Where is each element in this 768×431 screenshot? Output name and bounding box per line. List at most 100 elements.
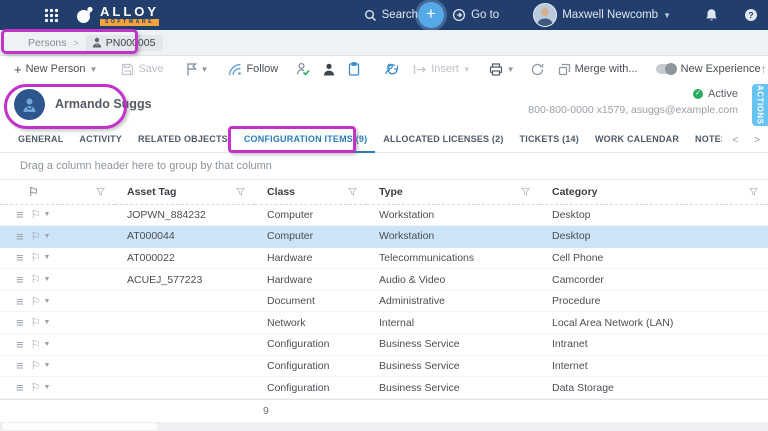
row-menu-icon[interactable]: ≡	[16, 358, 24, 373]
alloy-logo[interactable]: ALLOY SOFTWARE	[75, 5, 160, 26]
save-button[interactable]: Save	[121, 63, 164, 76]
breadcrumb-root-link[interactable]: Persons	[28, 37, 67, 49]
chevron-down-icon[interactable]: ▼	[43, 341, 50, 348]
table-row[interactable]: ≡ ⚐ ▼ Network Internal Local Area Network (L…	[0, 311, 768, 335]
table-row[interactable]: ≡ ⚐ ▼ Configuration Business Service Interne…	[0, 355, 768, 378]
row-menu-icon[interactable]: ≡	[16, 315, 24, 330]
insert-button[interactable]: Insert ▼	[413, 63, 471, 75]
row-flag-icon[interactable]: ⚐	[31, 230, 41, 243]
chevron-down-icon: ▼	[200, 64, 209, 74]
app-grid-icon[interactable]	[44, 8, 59, 23]
row-flag-icon[interactable]: ⚐	[31, 251, 41, 264]
tab-related-objects[interactable]: RELATED OBJECTS	[130, 127, 236, 153]
row-flag-icon[interactable]: ⚐	[31, 359, 41, 372]
column-header-flag[interactable]: ⚐	[0, 180, 115, 205]
user-avatar	[533, 3, 558, 27]
chevron-down-icon[interactable]: ▼	[43, 211, 50, 218]
funnel-icon[interactable]	[749, 187, 758, 197]
tab-activity[interactable]: ACTIVITY	[71, 127, 130, 153]
table-row[interactable]: ≡ ⚐ ▼ Configuration Business Service Data St…	[0, 376, 768, 399]
print-button[interactable]: ▼	[489, 62, 515, 76]
user-caret-icon: ▼	[663, 10, 671, 20]
horizontal-scrollbar[interactable]	[0, 422, 768, 431]
printer-icon	[489, 62, 503, 76]
top-navbar: ALLOY SOFTWARE + Search Go to Maxwell Ne…	[0, 0, 768, 30]
person-record-button[interactable]	[323, 63, 335, 76]
table-row[interactable]: ≡ ⚐ ▼ AT000022 Hardware Telecommunications Ce…	[0, 247, 768, 270]
funnel-icon[interactable]	[348, 187, 357, 197]
chevron-down-icon[interactable]: ▼	[43, 362, 50, 369]
funnel-icon[interactable]	[236, 187, 245, 197]
chevron-down-icon[interactable]: ▼	[43, 298, 50, 305]
tab-general[interactable]: GENERAL	[10, 127, 71, 153]
tab-configuration-items[interactable]: CONFIGURATION ITEMS (9)	[235, 127, 376, 153]
column-header-type[interactable]: Type	[367, 180, 540, 205]
breadcrumb-person-icon	[92, 37, 102, 48]
chevron-down-icon[interactable]: ▼	[43, 233, 50, 240]
clipboard-icon	[348, 62, 360, 76]
record-toolbar: + New Person ▼ Save ▼ Follow Insert ▼ ▼ …	[0, 56, 768, 82]
flag-menu-button[interactable]: ▼	[186, 62, 209, 76]
reassign-button[interactable]	[384, 62, 399, 76]
refresh-button[interactable]	[531, 63, 544, 76]
tab-work-calendar[interactable]: WORK CALENDAR	[587, 127, 687, 153]
help-icon[interactable]: ?	[744, 8, 758, 22]
verify-person-button[interactable]	[296, 62, 310, 76]
table-row[interactable]: ≡ ⚐ ▼ JOPWN_884232 Computer Workstation Deskt…	[0, 204, 768, 227]
row-flag-icon[interactable]: ⚐	[31, 295, 41, 308]
chevron-down-icon[interactable]: ▼	[43, 319, 50, 326]
table-row[interactable]: ≡ ⚐ ▼ ACUEJ_577223 Hardware Audio & Video Cam…	[0, 268, 768, 291]
new-experience-toggle[interactable]: New Experience	[655, 63, 761, 75]
breadcrumb-current-chip[interactable]: PN000005	[85, 34, 164, 51]
svg-text:?: ?	[748, 10, 753, 20]
follow-button[interactable]: Follow	[228, 63, 278, 76]
funnel-icon[interactable]	[521, 187, 530, 197]
chevron-down-icon[interactable]: ▼	[43, 276, 50, 283]
row-menu-icon[interactable]: ≡	[16, 207, 24, 222]
scrollbar-thumb[interactable]	[2, 423, 157, 430]
person-header: Armando Suggs ✓ Active 800-800-0000 x157…	[0, 82, 768, 127]
tab-allocated-licenses[interactable]: ALLOCATED LICENSES (2)	[375, 127, 511, 153]
grid-header-row: ⚐ Asset Tag Class Type Category	[0, 180, 768, 205]
refresh-icon	[531, 63, 544, 76]
row-menu-icon[interactable]: ≡	[16, 250, 24, 265]
table-row[interactable]: ≡ ⚐ ▼ Document Administrative Procedure	[0, 290, 768, 313]
bell-icon[interactable]	[705, 8, 718, 22]
table-row[interactable]: ≡ ⚐ ▼ Configuration Business Service Intrane…	[0, 333, 768, 356]
table-row-selected[interactable]: ≡ ⚐ ▼ AT000044 Computer Workstation Desktop	[0, 225, 768, 248]
column-header-class[interactable]: Class	[255, 180, 367, 205]
row-flag-icon[interactable]: ⚐	[31, 208, 41, 221]
tabs-scroll-left-icon[interactable]: <	[732, 135, 738, 146]
row-menu-icon[interactable]: ≡	[16, 229, 24, 244]
tab-tickets[interactable]: TICKETS (14)	[512, 127, 587, 153]
row-menu-icon[interactable]: ≡	[16, 294, 24, 309]
new-person-button[interactable]: + New Person ▼	[14, 62, 97, 77]
clipboard-button[interactable]	[348, 62, 360, 76]
funnel-icon[interactable]	[96, 187, 105, 197]
row-menu-icon[interactable]: ≡	[16, 337, 24, 352]
chevron-down-icon[interactable]: ▼	[43, 254, 50, 261]
tab-notes[interactable]: NOTES	[687, 127, 722, 153]
row-menu-icon[interactable]: ≡	[16, 380, 24, 395]
breadcrumb-separator: >	[73, 37, 79, 48]
row-flag-icon[interactable]: ⚐	[31, 338, 41, 351]
row-menu-icon[interactable]: ≡	[16, 272, 24, 287]
actions-panel-tab[interactable]: ACTIONS	[752, 84, 768, 126]
row-flag-icon[interactable]: ⚐	[31, 273, 41, 286]
up-arrow-icon[interactable]: ↑	[761, 62, 767, 76]
row-flag-icon[interactable]: ⚐	[31, 316, 41, 329]
column-header-category[interactable]: Category	[540, 180, 768, 205]
merge-with-button[interactable]: Merge with...	[558, 63, 638, 76]
user-name: Maxwell Newcomb	[562, 9, 659, 21]
row-flag-icon[interactable]: ⚐	[31, 381, 41, 394]
search-icon	[364, 9, 377, 22]
group-by-panel[interactable]: Drag a column header here to group by th…	[0, 153, 768, 180]
tabs-scroll-right-icon[interactable]: >	[754, 135, 760, 146]
reassign-icon	[384, 62, 399, 76]
goto-button[interactable]: Go to	[452, 8, 499, 22]
user-menu[interactable]: Maxwell Newcomb ▼	[533, 3, 671, 27]
column-header-asset-tag[interactable]: Asset Tag	[115, 180, 255, 205]
verify-person-icon	[296, 62, 310, 76]
search-button[interactable]: Search	[364, 9, 418, 22]
chevron-down-icon[interactable]: ▼	[43, 384, 50, 391]
